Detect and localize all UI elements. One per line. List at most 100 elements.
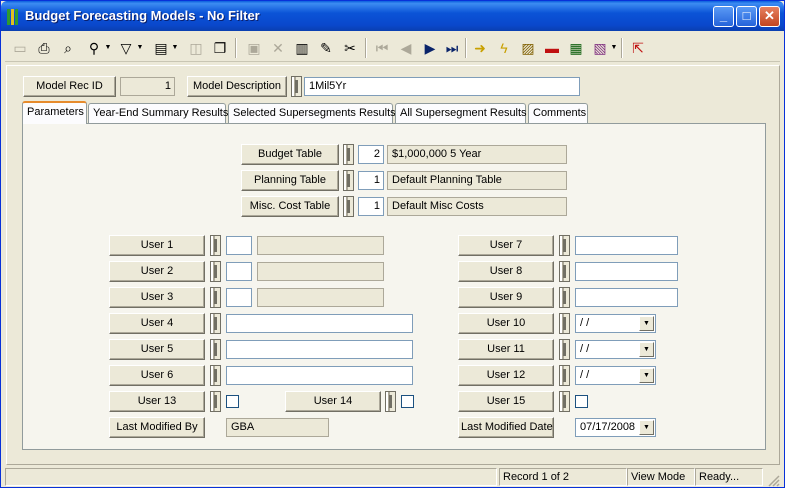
title-bar[interactable]: Budget Forecasting Models - No Filter _ … [1,1,784,31]
user-6-button[interactable]: User 6 [109,365,205,386]
app-window: Budget Forecasting Models - No Filter _ … [0,0,785,488]
user-7-button[interactable]: User 7 [458,235,554,256]
maximize-button[interactable]: □ [736,6,757,27]
chevron-down-icon[interactable]: ▼ [639,420,654,435]
tab-comments[interactable]: Comments [528,103,588,123]
user-15-button[interactable]: User 15 [458,391,554,412]
book-stack-icon[interactable]: ▧ [589,37,611,59]
last-modified-date-dropdown[interactable]: 07/17/2008 ▼ [575,418,656,437]
edit-pencil-icon[interactable]: ✎ [315,37,337,59]
planning-table-description: Default Planning Table [387,171,567,190]
budget-table-number-field[interactable]: 2 [358,145,384,164]
chevron-down-icon[interactable]: ▼ [639,316,654,331]
user-8-button[interactable]: User 8 [458,261,554,282]
delete-icon[interactable]: ✕ [267,37,289,59]
user-10-button[interactable]: User 10 [458,313,554,334]
filter-dropdown-icon[interactable]: ▼ [136,37,144,59]
field-marker-icon [343,196,354,217]
report-icon[interactable]: ▤ [150,37,172,59]
user-14-checkbox[interactable] [401,395,414,408]
user-8-field[interactable] [575,262,678,281]
toolbar-separator [235,38,237,58]
first-record-icon[interactable]: ⏮ [371,37,393,59]
exit-icon[interactable]: ⇱ [627,37,649,59]
close-button[interactable]: ✕ [759,6,780,27]
model-description-button[interactable]: Model Description [187,76,287,97]
planning-table-button[interactable]: Planning Table [241,170,339,191]
tab-parameters[interactable]: Parameters [22,101,87,124]
field-marker-icon [559,261,570,282]
field-marker-icon [210,235,221,256]
user-1-button[interactable]: User 1 [109,235,205,256]
user-12-button[interactable]: User 12 [458,365,554,386]
report-dropdown-icon[interactable]: ▼ [171,37,179,59]
user-9-field[interactable] [575,288,678,307]
user-10-date-value: / / [580,317,590,329]
books-icon[interactable]: ▥ [291,37,313,59]
model-rec-id-button[interactable]: Model Rec ID [23,76,116,97]
save-icon[interactable]: ▣ [243,37,265,59]
window-title: Budget Forecasting Models - No Filter [25,8,260,23]
planning-table-number-field[interactable]: 1 [358,171,384,190]
user-7-field[interactable] [575,236,678,255]
user-4-field[interactable] [226,314,413,333]
print-preview-icon[interactable]: ⌕ [57,37,79,59]
tab-all-supersegment-results[interactable]: All Supersegment Results [395,103,527,123]
status-panel-message [5,468,497,486]
red-folder-icon[interactable]: ▬ [541,37,563,59]
user-12-date-dropdown[interactable]: / / ▼ [575,366,656,385]
next-record-icon[interactable]: ▶ [419,37,441,59]
binoculars-icon[interactable]: ⚲ [83,37,105,59]
user-2-button[interactable]: User 2 [109,261,205,282]
user-9-button[interactable]: User 9 [458,287,554,308]
user-10-date-dropdown[interactable]: / / ▼ [575,314,656,333]
image-frame-icon[interactable]: ▨ [517,37,539,59]
budget-table-button[interactable]: Budget Table [241,144,339,165]
chevron-down-icon[interactable]: ▼ [639,342,654,357]
previous-record-icon[interactable]: ◀ [395,37,417,59]
last-modified-by-field: GBA [226,418,329,437]
misc-cost-table-number-field[interactable]: 1 [358,197,384,216]
user-5-button[interactable]: User 5 [109,339,205,360]
tab-selected-supersegments-results[interactable]: Selected Supersegments Results [228,103,396,123]
user-15-checkbox[interactable] [575,395,588,408]
chevron-down-icon[interactable]: ▼ [639,368,654,383]
last-record-icon[interactable]: ⏭ [441,37,463,59]
new-record-icon[interactable]: ▭ [9,37,31,59]
user-4-button[interactable]: User 4 [109,313,205,334]
field-marker-icon [210,365,221,386]
minimize-button[interactable]: _ [713,6,734,27]
user-6-field[interactable] [226,366,413,385]
field-marker-icon [559,339,570,360]
book-stack-dropdown-icon[interactable]: ▼ [610,37,618,59]
lightning-icon[interactable]: ϟ [493,37,515,59]
field-marker-icon [291,76,302,97]
binoculars-dropdown-icon[interactable]: ▼ [104,37,112,59]
properties-icon[interactable]: ◫ [185,37,207,59]
cut-icon[interactable]: ✂ [339,37,361,59]
tab-year-end-summary-results[interactable]: Year-End Summary Results [88,103,228,123]
user-13-button[interactable]: User 13 [109,391,205,412]
user-11-button[interactable]: User 11 [458,339,554,360]
grid-icon[interactable]: ▦ [565,37,587,59]
print-icon[interactable]: ⎙ [33,37,55,59]
user-13-checkbox[interactable] [226,395,239,408]
user-2-code-field[interactable] [226,262,252,281]
last-modified-date-button[interactable]: Last Modified Date [458,417,554,438]
last-modified-by-button[interactable]: Last Modified By [109,417,205,438]
user-3-code-field[interactable] [226,288,252,307]
user-11-date-dropdown[interactable]: / / ▼ [575,340,656,359]
misc-cost-table-button[interactable]: Misc. Cost Table [241,196,339,217]
go-arrow-icon[interactable]: ➜ [469,37,491,59]
resize-grip-icon[interactable] [766,473,780,487]
user-5-field[interactable] [226,340,413,359]
user-1-code-field[interactable] [226,236,252,255]
field-marker-icon [559,365,570,386]
user-3-button[interactable]: User 3 [109,287,205,308]
filter-icon[interactable]: ▽ [115,37,137,59]
model-description-field[interactable]: 1Mil5Yr [304,77,580,96]
toolbar-separator [465,38,467,58]
field-marker-icon [559,391,570,412]
user-14-button[interactable]: User 14 [285,391,381,412]
copy-record-icon[interactable]: ❐ [209,37,231,59]
